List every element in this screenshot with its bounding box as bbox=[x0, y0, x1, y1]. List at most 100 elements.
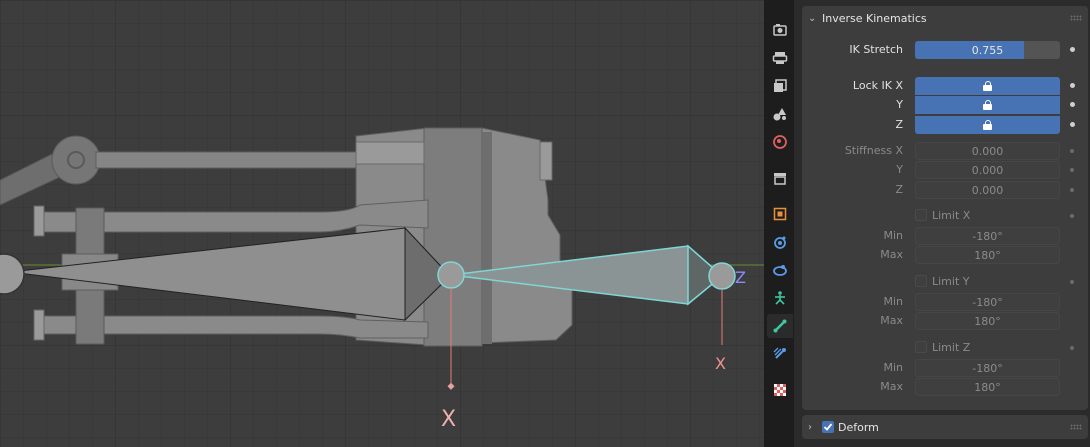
bone-x-axis-tip bbox=[447, 382, 455, 390]
limit-z-max-label: Max bbox=[880, 380, 903, 393]
tab-texture[interactable] bbox=[767, 378, 793, 402]
keyframe-dot-icon[interactable] bbox=[1070, 47, 1075, 52]
limit-x-min-value: -180° bbox=[972, 229, 1003, 243]
stiffness-x-label: Stiffness X bbox=[844, 144, 903, 157]
limit-z-min-row: Min -180° bbox=[802, 358, 1088, 378]
viewport-scene: X X Z bbox=[0, 127, 764, 432]
keyframe-dot-icon[interactable] bbox=[1070, 102, 1075, 107]
tab-bone-constraints[interactable] bbox=[767, 342, 793, 366]
lock-ik-y-label: Y bbox=[896, 98, 903, 111]
bone-icon bbox=[773, 319, 787, 333]
lock-ik-x-row: Lock IK X bbox=[802, 76, 1088, 96]
limit-z-max-value: 180° bbox=[974, 380, 1001, 394]
lock-ik-x-toggle[interactable] bbox=[915, 77, 1060, 95]
limit-z-label: Limit Z bbox=[932, 341, 971, 354]
world-icon bbox=[773, 135, 787, 149]
tab-bone[interactable] bbox=[767, 314, 793, 338]
tab-physics[interactable] bbox=[767, 258, 793, 282]
bone-joint bbox=[437, 261, 465, 289]
stiffness-y-label: Y bbox=[896, 163, 903, 176]
3d-viewport[interactable]: X X Z bbox=[0, 0, 764, 447]
limit-y-row: Limit Y bbox=[802, 272, 1088, 292]
object-data-armature-icon bbox=[775, 291, 785, 305]
deform-panel-title: Deform bbox=[838, 420, 879, 434]
ik-panel-header[interactable]: ⌄ Inverse Kinematics bbox=[802, 6, 1088, 30]
limit-x-row: Limit X bbox=[802, 206, 1088, 226]
deform-panel-header[interactable]: › Deform bbox=[802, 415, 1088, 439]
ik-stretch-row: IK Stretch 0.755 bbox=[802, 40, 1088, 60]
stiffness-x-field[interactable]: 0.000 bbox=[915, 142, 1060, 160]
keyframe-dot-icon[interactable] bbox=[1070, 122, 1075, 127]
tab-world[interactable] bbox=[767, 130, 793, 154]
object-icon bbox=[773, 207, 787, 221]
stiffness-x-value: 0.000 bbox=[971, 144, 1004, 158]
limit-y-max-row: Max 180° bbox=[802, 311, 1088, 331]
stiffness-z-field[interactable]: 0.000 bbox=[915, 181, 1060, 199]
lock-ik-z-label: Z bbox=[895, 118, 903, 131]
tab-scene[interactable] bbox=[767, 102, 793, 126]
limit-x-min-field[interactable]: -180° bbox=[915, 227, 1060, 245]
lock-ik-y-row: Y bbox=[802, 95, 1088, 115]
limit-x-max-row: Max 180° bbox=[802, 245, 1088, 265]
tab-modifiers[interactable] bbox=[767, 230, 793, 254]
lock-ik-y-toggle[interactable] bbox=[915, 96, 1060, 114]
limit-y-min-field[interactable]: -180° bbox=[915, 293, 1060, 311]
limit-z-checkbox[interactable] bbox=[915, 341, 927, 353]
stiffness-x-row: Stiffness X 0.000 bbox=[802, 141, 1088, 161]
limit-z-max-field[interactable]: 180° bbox=[915, 378, 1060, 396]
properties-tab-bar bbox=[764, 0, 794, 447]
tab-object-data[interactable] bbox=[767, 286, 793, 310]
tab-object[interactable] bbox=[767, 202, 793, 226]
limit-y-max-label: Max bbox=[880, 314, 903, 327]
keyframe-dot-icon[interactable] bbox=[1070, 168, 1074, 172]
keyframe-dot-icon[interactable] bbox=[1070, 188, 1074, 192]
limit-z-row: Limit Z bbox=[802, 338, 1088, 358]
limit-x-max-field[interactable]: 180° bbox=[915, 246, 1060, 264]
lock-icon bbox=[983, 100, 992, 110]
lock-ik-z-row: Z bbox=[802, 115, 1088, 135]
drag-handle-icon[interactable] bbox=[1070, 15, 1082, 21]
limit-x-min-row: Min -180° bbox=[802, 226, 1088, 246]
tab-tool[interactable] bbox=[767, 0, 793, 12]
stiffness-z-row: Z 0.000 bbox=[802, 180, 1088, 200]
tab-render[interactable] bbox=[767, 18, 793, 42]
tab-collection[interactable] bbox=[767, 166, 793, 190]
mesh-rail-cap-upper bbox=[33, 205, 45, 237]
stiffness-y-row: Y 0.000 bbox=[802, 160, 1088, 180]
stiffness-y-field[interactable]: 0.000 bbox=[915, 161, 1060, 179]
keyframe-dot-icon[interactable] bbox=[1070, 346, 1074, 350]
lock-icon bbox=[983, 81, 992, 91]
limit-z-min-label: Min bbox=[883, 361, 903, 374]
axis-x-label-small: X bbox=[715, 354, 726, 373]
limit-x-checkbox[interactable] bbox=[915, 209, 927, 221]
axis-z-label: Z bbox=[735, 268, 746, 287]
mesh-pivot bbox=[51, 135, 101, 185]
stiffness-z-label: Z bbox=[895, 183, 903, 196]
mesh-rod bbox=[95, 151, 367, 169]
drag-handle-icon[interactable] bbox=[1070, 424, 1082, 430]
limit-y-min-value: -180° bbox=[972, 295, 1003, 309]
limit-y-checkbox[interactable] bbox=[915, 275, 927, 287]
tab-view-layer[interactable] bbox=[767, 74, 793, 98]
limit-y-max-value: 180° bbox=[974, 314, 1001, 328]
limit-x-label: Limit X bbox=[932, 209, 971, 222]
lock-ik-z-toggle[interactable] bbox=[915, 116, 1060, 134]
collection-icon bbox=[774, 173, 786, 185]
render-icon bbox=[773, 24, 787, 36]
bone-parent[interactable] bbox=[0, 226, 451, 322]
tab-output[interactable] bbox=[767, 46, 793, 70]
keyframe-dot-icon[interactable] bbox=[1070, 214, 1074, 218]
mesh-rail-cap-lower bbox=[33, 309, 45, 341]
limit-z-min-field[interactable]: -180° bbox=[915, 359, 1060, 377]
limit-y-max-field[interactable]: 180° bbox=[915, 312, 1060, 330]
mesh-collar bbox=[423, 127, 483, 347]
keyframe-dot-icon[interactable] bbox=[1070, 83, 1075, 88]
deform-checkbox[interactable] bbox=[822, 421, 834, 433]
keyframe-dot-icon[interactable] bbox=[1070, 149, 1074, 153]
ik-stretch-slider[interactable]: 0.755 bbox=[915, 41, 1060, 59]
limit-z-max-row: Max 180° bbox=[802, 377, 1088, 397]
ik-panel: ⌄ Inverse Kinematics IK Stretch 0.755 Lo… bbox=[802, 6, 1088, 410]
keyframe-dot-icon[interactable] bbox=[1070, 280, 1074, 284]
mesh-object[interactable] bbox=[0, 127, 573, 347]
bone-constraints-icon bbox=[773, 347, 786, 359]
